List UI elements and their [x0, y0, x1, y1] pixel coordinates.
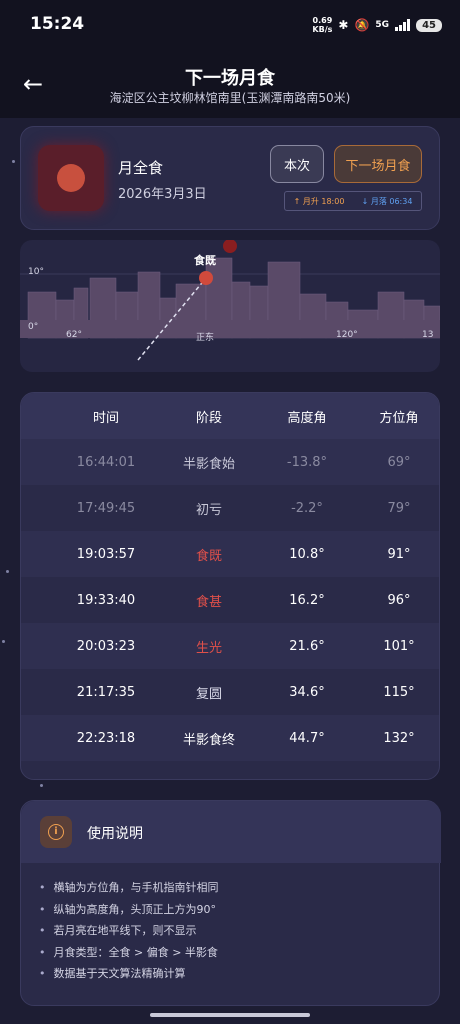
phase-cell: 食甚 [195, 594, 222, 610]
table-row: 19:33:40 食甚 16.2° 96° [21, 577, 439, 623]
moonset-text: ↓ 月落 06:34 [361, 196, 413, 206]
altitude-cell: 34.6° [289, 684, 325, 700]
azimuth-cell: 101° [383, 638, 415, 654]
time-cell: 17:49:45 [76, 500, 136, 516]
instruction-item: 月食类型：全食 > 偏食 > 半影食 [39, 944, 219, 966]
moon-end-marker [223, 240, 237, 253]
moon-rise-set-badge: ↑ 月升 18:00 ↓ 月落 06:34 [284, 191, 422, 211]
phase-cell: 生光 [195, 640, 222, 656]
altitude-tick-0: 0° [28, 322, 39, 332]
azimuth-tick-62: 62° [66, 330, 82, 340]
table-row: 20:03:23 生光 21.6° 101° [21, 623, 439, 669]
next-eclipse-button[interactable]: 下一场月食 [334, 145, 422, 183]
azimuth-tick-east: 正东 [196, 333, 215, 343]
eclipse-date: 2026年3月3日 [118, 187, 207, 202]
moonrise-text: ↑ 月升 18:00 [293, 196, 345, 206]
page-title: 下一场月食 [185, 68, 275, 89]
azimuth-cell: 132° [383, 730, 415, 746]
sky-position-chart: 食既 10° 0° 62° 正东 120° 13 [20, 240, 440, 372]
city-skyline [20, 257, 440, 339]
table-row: 19:03:57 食既 10.8° 91° [21, 531, 439, 577]
eclipse-summary-card: 月全食 2026年3月3日 本次 下一场月食 ↑ 月升 18:00 ↓ 月落 0… [20, 126, 440, 230]
skyline-svg [20, 240, 440, 361]
instruction-item: 横轴为方位角，与手机指南针相同 [39, 879, 219, 901]
phase-cell: 半影食始 [182, 456, 235, 472]
instructions-title: 使用说明 [87, 826, 143, 842]
red-moon-icon [57, 164, 85, 192]
instructions-header: i 使用说明 [21, 801, 441, 863]
instruction-item: 纵轴为高度角，头顶正上方为90° [39, 901, 219, 923]
phase-cell: 半影食终 [182, 732, 235, 748]
header-time: 时间 [92, 410, 119, 426]
time-cell: 19:33:40 [76, 592, 136, 608]
table-row: 22:23:18 半影食终 44.7° 132° [21, 715, 439, 761]
altitude-cell: -13.8° [286, 454, 328, 470]
instructions-list: 横轴为方位角，与手机指南针相同 纵轴为高度角，头顶正上方为90° 若月亮在地平线… [39, 879, 219, 987]
header-phase: 阶段 [195, 410, 222, 426]
status-bar: 15:24 0.69 KB/s ✱ 🔕 5G 45 [0, 0, 460, 52]
table-row: 21:17:35 复圆 34.6° 115° [21, 669, 439, 715]
table-row: 16:44:01 半影食始 -13.8° 69° [21, 439, 439, 485]
azimuth-cell: 96° [387, 592, 411, 608]
altitude-cell: 16.2° [289, 592, 325, 608]
phase-cell: 初亏 [195, 502, 222, 518]
instructions-card: i 使用说明 横轴为方位角，与手机指南针相同 纵轴为高度角，头顶正上方为90° … [20, 800, 441, 1006]
time-cell: 16:44:01 [76, 454, 136, 470]
phase-cell: 复圆 [195, 686, 222, 702]
eclipse-type: 月全食 [118, 159, 164, 177]
azimuth-cell: 115° [383, 684, 415, 700]
eclipse-moon-thumbnail [38, 145, 104, 211]
table-header: 时间 阶段 高度角 方位角 [21, 393, 439, 439]
altitude-cell: -2.2° [291, 500, 323, 516]
altitude-tick-10: 10° [28, 267, 44, 277]
table-row: 17:49:45 初亏 -2.2° 79° [21, 485, 439, 531]
azimuth-tick-end: 13 [422, 330, 434, 340]
altitude-cell: 10.8° [289, 546, 325, 562]
azimuth-cell: 91° [387, 546, 411, 562]
instruction-item: 数据基于天文算法精确计算 [39, 965, 219, 987]
net-speed: 0.69 KB/s [312, 16, 333, 34]
app-header: ← 下一场月食 海淀区公主坟柳林馆南里(玉渊潭南路南50米) [0, 52, 460, 118]
eclipse-phase-label: 食既 [194, 254, 216, 267]
time-cell: 20:03:23 [76, 638, 136, 654]
battery-icon: 45 [416, 18, 442, 32]
bluetooth-icon: ✱ [338, 18, 349, 32]
azimuth-tick-120: 120° [336, 330, 358, 340]
eclipse-phase-table: 时间 阶段 高度角 方位角 16:44:01 半影食始 -13.8° 69° 17:49… [20, 392, 440, 780]
info-icon: i [40, 816, 72, 848]
moon-position-marker [199, 271, 213, 285]
home-indicator[interactable] [150, 1013, 310, 1017]
time-cell: 22:23:18 [76, 730, 136, 746]
time-cell: 21:17:35 [76, 684, 136, 700]
altitude-cell: 44.7° [289, 730, 325, 746]
azimuth-cell: 69° [387, 454, 411, 470]
header-azimuth: 方位角 [379, 410, 419, 426]
current-eclipse-button[interactable]: 本次 [270, 145, 324, 183]
time-cell: 19:03:57 [76, 546, 136, 562]
location-subtitle: 海淀区公主坟柳林馆南里(玉渊潭南路南50米) [109, 91, 351, 105]
altitude-cell: 21.6° [289, 638, 325, 654]
phase-cell: 食既 [195, 548, 222, 564]
header-altitude: 高度角 [287, 410, 327, 426]
instruction-item: 若月亮在地平线下，则不显示 [39, 922, 219, 944]
mute-icon: 🔕 [354, 18, 370, 32]
network-label: 5G [375, 20, 390, 30]
signal-icon [395, 19, 411, 31]
azimuth-cell: 79° [387, 500, 411, 516]
status-time: 15:24 [30, 14, 85, 34]
